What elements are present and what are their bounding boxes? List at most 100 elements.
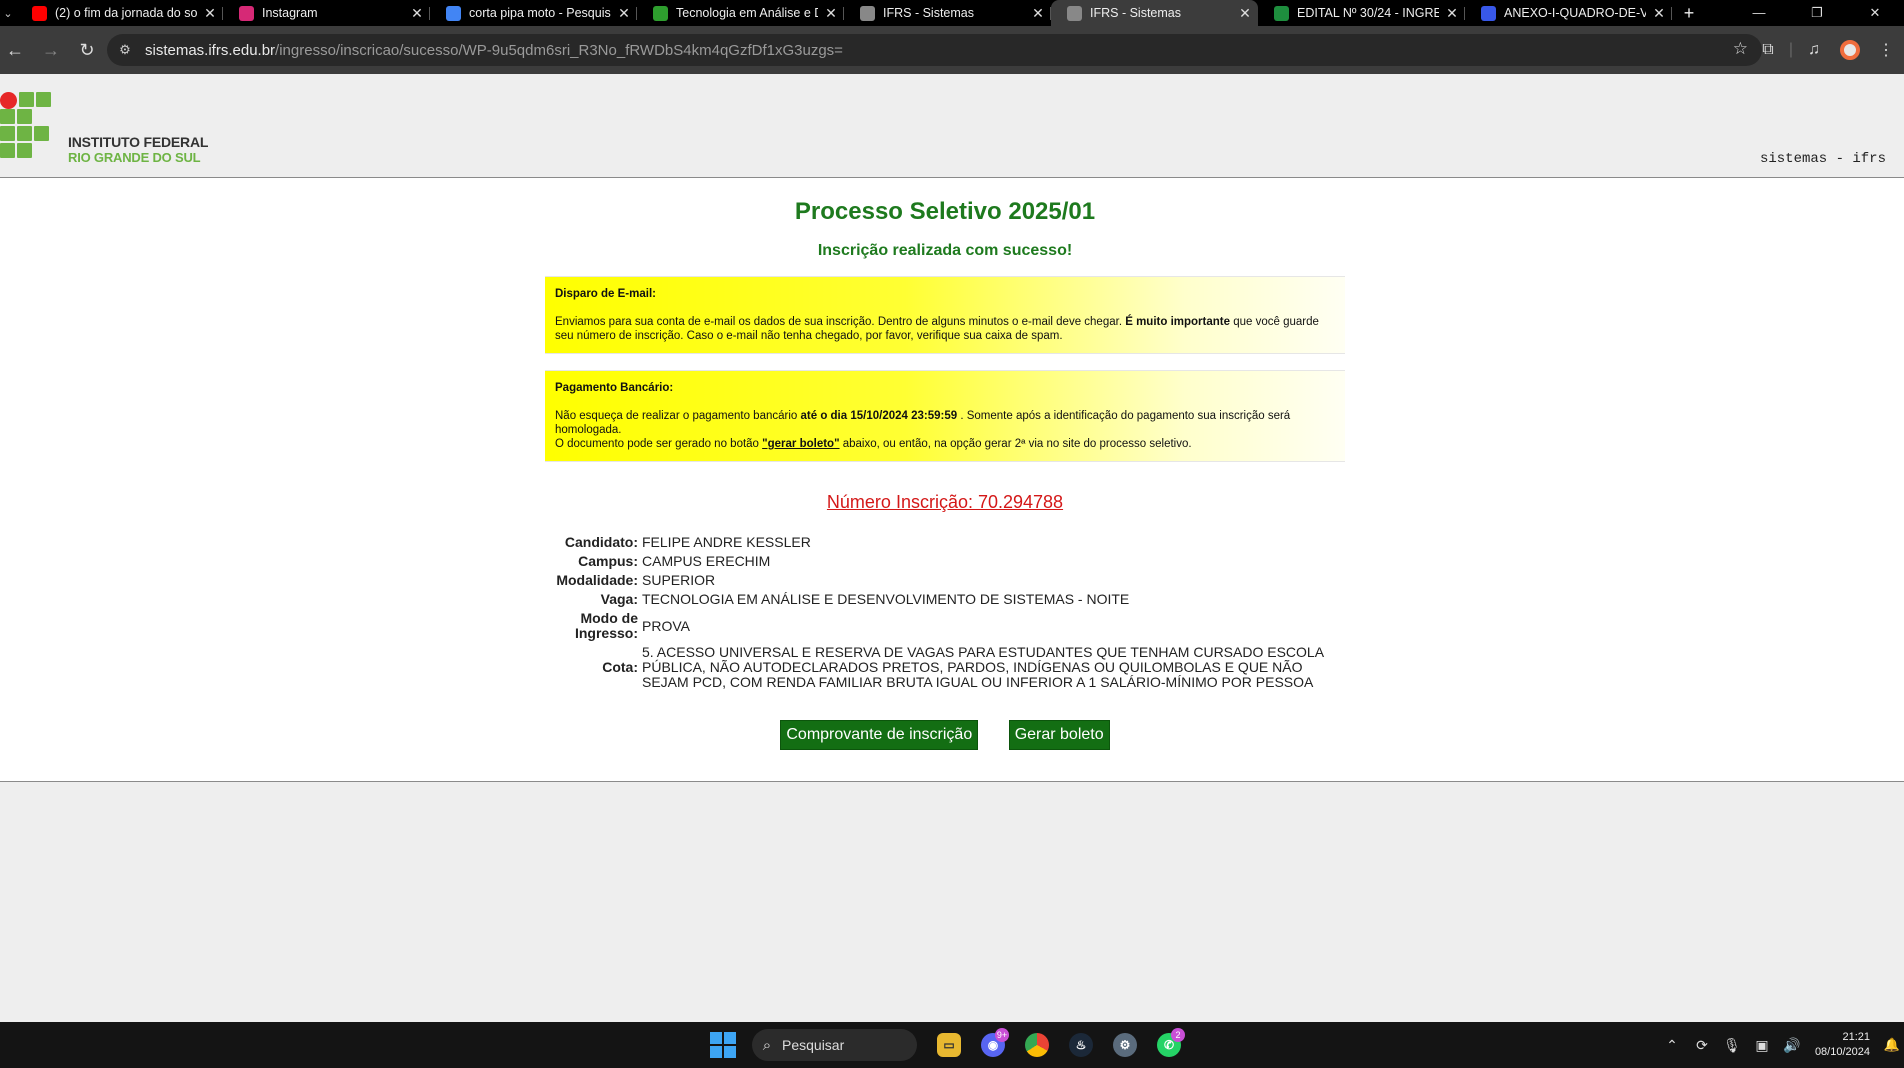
- wordpress-icon: [1481, 5, 1496, 21]
- payment-notice-heading: Pagamento Bancário:: [555, 382, 674, 394]
- success-message: Inscrição realizada com sucesso!: [817, 242, 1073, 259]
- chrome-icon[interactable]: [1017, 1028, 1057, 1062]
- new-tab-button[interactable]: +: [1672, 0, 1706, 26]
- notification-bell-icon[interactable]: 🔔: [1880, 1037, 1904, 1053]
- logo-square: [0, 126, 15, 141]
- address-bar[interactable]: ⚙ sistemas.ifrs.edu.br/ingresso/inscrica…: [107, 34, 1762, 66]
- logo-red-dot: [0, 92, 17, 109]
- browser-tab[interactable]: (2) o fim da jornada do so ✕: [16, 0, 223, 26]
- logo-square: [34, 126, 49, 141]
- logo-square: [36, 92, 51, 107]
- detail-label: Cota:: [602, 659, 638, 675]
- discord-badge: 9+: [995, 1028, 1009, 1042]
- close-tab-icon[interactable]: ✕: [1646, 5, 1672, 22]
- steam-icon[interactable]: ♨: [1061, 1028, 1101, 1062]
- close-tab-icon[interactable]: ✕: [611, 5, 637, 22]
- detail-value: TECNOLOGIA EM ANÁLISE E DESENVOLVIMENTO …: [642, 591, 1130, 607]
- forward-icon[interactable]: →: [36, 35, 66, 65]
- windows-start-icon[interactable]: [710, 1032, 736, 1058]
- close-tab-icon[interactable]: ✕: [404, 5, 430, 22]
- site-info-icon[interactable]: ⚙: [115, 42, 135, 58]
- detail-row: Candidato: FELIPE ANDRE KESSLER: [545, 535, 1345, 550]
- toolbar-divider: |: [1788, 41, 1794, 58]
- logo-square: [17, 109, 32, 124]
- close-tab-icon[interactable]: ✕: [1439, 5, 1465, 22]
- receipt-button[interactable]: Comprovante de inscrição: [780, 720, 979, 750]
- detail-row: Vaga: TECNOLOGIA EM ANÁLISE E DESENVOLVIM…: [545, 592, 1345, 607]
- gerar-boleto-reference: "gerar boleto": [762, 438, 840, 450]
- whatsapp-icon[interactable]: ✆ 2: [1149, 1028, 1189, 1062]
- network-icon[interactable]: ▣: [1747, 1037, 1777, 1054]
- detail-value: PROVA: [642, 617, 690, 634]
- close-tab-icon[interactable]: ✕: [818, 5, 844, 22]
- tab-separator: [1671, 7, 1672, 20]
- taskbar-search[interactable]: ⌕ Pesquisar: [752, 1029, 917, 1061]
- detail-value: 5. ACESSO UNIVERSAL E RESERVA DE VAGAS P…: [642, 644, 1324, 690]
- browser-tab[interactable]: Instagram ✕: [223, 0, 430, 26]
- logo-square: [19, 92, 34, 107]
- restore-icon[interactable]: ❐: [1788, 0, 1846, 26]
- detail-row: Cota: 5. ACESSO UNIVERSAL E RESERVA DE VA…: [545, 645, 1345, 690]
- file-explorer-icon[interactable]: ▭: [929, 1028, 969, 1062]
- clock-time: 21:21: [1842, 1031, 1870, 1043]
- page-title: Processo Seletivo 2025/01: [794, 198, 1096, 225]
- close-tab-icon[interactable]: ✕: [1025, 5, 1051, 22]
- instagram-icon: [239, 5, 254, 21]
- main-content: Processo Seletivo 2025/01 Inscrição real…: [0, 178, 1904, 782]
- search-icon: ⌕: [762, 1036, 772, 1054]
- sync-icon[interactable]: ⟳: [1687, 1037, 1717, 1054]
- clock[interactable]: 21:21 08/10/2024: [1815, 1030, 1870, 1060]
- settings-icon[interactable]: ⚙: [1105, 1028, 1145, 1062]
- detail-label: Candidato:: [564, 534, 638, 550]
- menu-kebab-icon[interactable]: ⋮: [1868, 40, 1904, 60]
- content-column: Processo Seletivo 2025/01 Inscrição real…: [545, 178, 1345, 750]
- minimize-icon[interactable]: —: [1730, 0, 1788, 26]
- logo-text-line2: RIO GRANDE DO SUL: [68, 150, 201, 165]
- system-label: sistemas - ifrs: [1759, 151, 1886, 167]
- logo-square: [0, 109, 15, 124]
- browser-tab[interactable]: corta pipa moto - Pesquis ✕: [430, 0, 637, 26]
- media-controls-icon[interactable]: ♫: [1796, 41, 1832, 59]
- web-page: INSTITUTO FEDERAL RIO GRANDE DO SUL sist…: [0, 74, 1904, 1022]
- url-text[interactable]: sistemas.ifrs.edu.br/ingresso/inscricao/…: [145, 42, 843, 59]
- browser-tab[interactable]: EDITAL Nº 30/24 - INGRE ✕: [1258, 0, 1465, 26]
- email-notice-text: Enviamos para sua conta de e-mail os dad…: [555, 316, 1319, 342]
- payment-notice-text: Não esqueça de realizar o pagamento banc…: [555, 410, 1291, 450]
- close-window-icon[interactable]: ✕: [1846, 0, 1904, 26]
- tab-title: ANEXO-I-QUADRO-DE-V: [1504, 6, 1646, 20]
- microphone-icon[interactable]: 🎙: [1717, 1037, 1747, 1054]
- generate-boleto-button[interactable]: Gerar boleto: [1008, 720, 1110, 750]
- browser-toolbar: ← → ↻ ⚙ sistemas.ifrs.edu.br/ingresso/in…: [0, 26, 1904, 74]
- profile-avatar[interactable]: [1840, 40, 1860, 60]
- tab-title: Tecnologia em Análise e D: [676, 6, 818, 20]
- browser-tab-bar: ⌄ (2) o fim da jornada do so ✕ Instagram ✕ c…: [0, 0, 1904, 26]
- tab-title: IFRS - Sistemas: [883, 6, 974, 20]
- search-label: Pesquisar: [782, 1037, 845, 1053]
- close-tab-icon[interactable]: ✕: [1232, 5, 1258, 22]
- extensions-icon[interactable]: ⧉: [1750, 41, 1786, 59]
- back-icon[interactable]: ←: [0, 35, 30, 65]
- show-hidden-icons-icon[interactable]: ⌃: [1657, 1037, 1687, 1054]
- site-header: INSTITUTO FEDERAL RIO GRANDE DO SUL sist…: [0, 74, 1904, 178]
- bookmark-star-icon[interactable]: ☆: [1733, 39, 1748, 59]
- ifrs-icon: [653, 5, 668, 21]
- logo-square: [0, 143, 15, 158]
- discord-icon[interactable]: ◉ 9+: [973, 1028, 1013, 1062]
- browser-tab[interactable]: IFRS - Sistemas ✕: [844, 0, 1051, 26]
- close-tab-icon[interactable]: ✕: [197, 5, 223, 22]
- browser-tab[interactable]: ANEXO-I-QUADRO-DE-V ✕: [1465, 0, 1672, 26]
- toolbar-actions: ⧉ | ♫ ⋮: [1750, 26, 1904, 74]
- tab-title: corta pipa moto - Pesquis: [469, 6, 611, 20]
- tab-title: Instagram: [262, 6, 318, 20]
- detail-label: Campus:: [578, 553, 638, 569]
- browser-tab[interactable]: IFRS - Sistemas ✕: [1051, 0, 1258, 26]
- google-icon: [446, 5, 461, 21]
- tab-search-chevron-icon[interactable]: ⌄: [0, 0, 16, 26]
- reload-icon[interactable]: ↻: [72, 35, 102, 65]
- email-notice-box: Disparo de E-mail: Enviamos para sua con…: [545, 276, 1345, 354]
- windows-taskbar: ⌕ Pesquisar ▭ ◉ 9+ ♨ ⚙ ✆ 2 ⌃ ⟳ 🎙 ▣ 🔊 21:21…: [0, 1022, 1904, 1068]
- browser-tab[interactable]: Tecnologia em Análise e D ✕: [637, 0, 844, 26]
- detail-value: SUPERIOR: [642, 572, 716, 588]
- tab-title: EDITAL Nº 30/24 - INGRE: [1297, 6, 1439, 20]
- volume-icon[interactable]: 🔊: [1777, 1037, 1807, 1054]
